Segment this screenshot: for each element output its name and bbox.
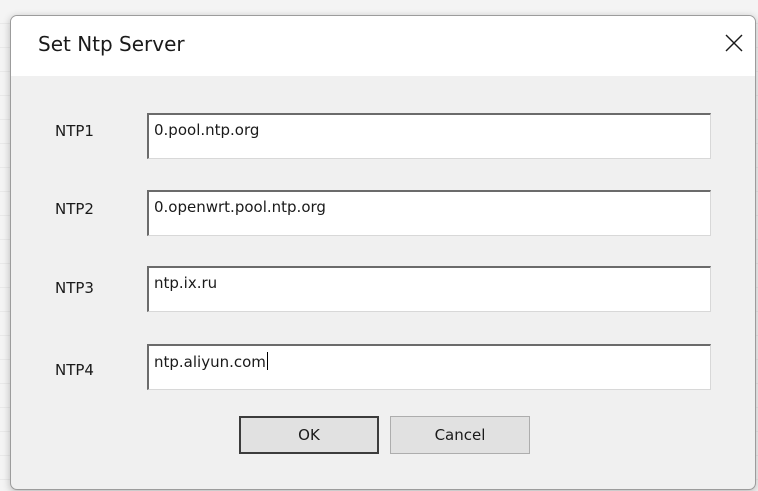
ntp1-value: 0.pool.ntp.org	[154, 121, 260, 139]
set-ntp-server-dialog: Set Ntp Server NTP1 0.pool.ntp.org NTP2 …	[10, 15, 756, 490]
dialog-title: Set Ntp Server	[38, 32, 185, 56]
ntp2-label: NTP2	[55, 200, 94, 218]
close-icon[interactable]	[717, 26, 751, 60]
ntp4-label: NTP4	[55, 361, 94, 379]
ntp1-label: NTP1	[55, 122, 94, 140]
cancel-button[interactable]: Cancel	[390, 416, 530, 454]
ntp2-input[interactable]: 0.openwrt.pool.ntp.org	[147, 190, 711, 236]
text-caret	[266, 352, 268, 370]
ntp3-label: NTP3	[55, 279, 94, 297]
ntp4-input[interactable]: ntp.aliyun.com	[147, 344, 711, 390]
ntp1-input[interactable]: 0.pool.ntp.org	[147, 113, 711, 159]
ntp4-value: ntp.aliyun.com	[154, 353, 266, 371]
dialog-titlebar: Set Ntp Server	[11, 16, 755, 76]
ntp3-value: ntp.ix.ru	[154, 274, 218, 292]
ok-button[interactable]: OK	[239, 416, 379, 454]
ntp3-input[interactable]: ntp.ix.ru	[147, 266, 711, 312]
ntp2-value: 0.openwrt.pool.ntp.org	[154, 198, 326, 216]
